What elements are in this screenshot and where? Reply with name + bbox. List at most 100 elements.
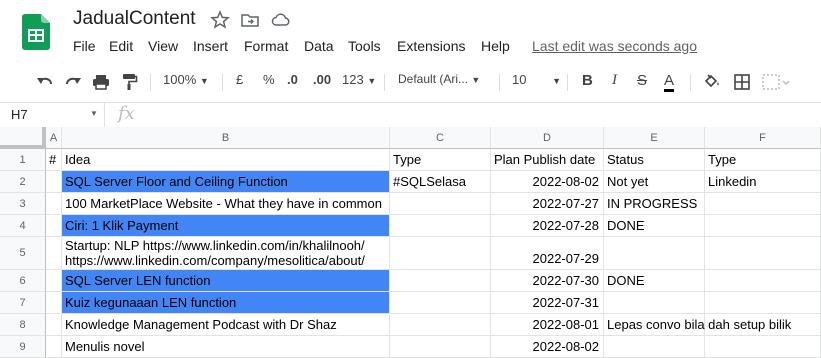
font-select[interactable]: Default (Ari... ▼ xyxy=(398,72,480,92)
cell-d2[interactable]: 2022-08-02 xyxy=(491,171,604,193)
google-sheets-logo-icon[interactable] xyxy=(22,14,50,50)
menu-edit[interactable]: Edit xyxy=(109,38,133,54)
cell-a1[interactable]: # xyxy=(46,149,62,171)
cell-d9[interactable]: 2022-08-02 xyxy=(491,336,604,358)
row-header[interactable]: 3 xyxy=(0,193,46,215)
cell-f9[interactable] xyxy=(705,336,821,358)
cell-d5[interactable]: 2022-07-29 xyxy=(491,237,604,270)
document-title[interactable]: JadualContent xyxy=(73,8,196,30)
cell-b7[interactable]: Kuiz kegunaaan LEN function xyxy=(62,292,390,314)
percent-button[interactable]: % xyxy=(263,72,275,92)
print-icon[interactable] xyxy=(92,72,110,92)
cell-e5[interactable] xyxy=(604,237,705,270)
cell-e3[interactable]: IN PROGRESS xyxy=(604,193,705,215)
more-formats-select[interactable]: 123 ▼ xyxy=(342,72,376,92)
cell-c7[interactable] xyxy=(390,292,491,314)
cell-b8[interactable]: Knowledge Management Podcast with Dr Sha… xyxy=(62,314,390,336)
spreadsheet-grid[interactable]: A B C D E F 1 # Idea Type Plan Publish date Status T… xyxy=(0,127,821,358)
increase-decimal-button[interactable]: .00 xyxy=(313,72,331,92)
cell-a3[interactable] xyxy=(46,193,62,215)
cell-d1[interactable]: Plan Publish date xyxy=(491,149,604,171)
row-header[interactable]: 8 xyxy=(0,314,46,336)
cloud-saved-icon[interactable] xyxy=(270,10,290,30)
column-header-e[interactable]: E xyxy=(604,127,705,149)
strikethrough-button[interactable]: S xyxy=(637,72,647,92)
row-header[interactable]: 1 xyxy=(0,149,46,171)
row-header[interactable]: 6 xyxy=(0,270,46,292)
row-header[interactable]: 9 xyxy=(0,336,46,358)
row-header[interactable]: 2 xyxy=(0,171,46,193)
fill-color-icon[interactable] xyxy=(703,72,721,92)
cell-f4[interactable] xyxy=(705,215,821,237)
cell-e6[interactable]: DONE xyxy=(604,270,705,292)
cell-e1[interactable]: Status xyxy=(604,149,705,171)
cell-c9[interactable] xyxy=(390,336,491,358)
cell-c5[interactable] xyxy=(390,237,491,270)
last-edit-link[interactable]: Last edit was seconds ago xyxy=(532,38,697,54)
decrease-decimal-button[interactable]: .0 xyxy=(287,72,298,92)
currency-button[interactable]: £ xyxy=(236,72,243,92)
cell-b1[interactable]: Idea xyxy=(62,149,390,171)
column-header-b[interactable]: B xyxy=(62,127,390,149)
column-header-a[interactable]: A xyxy=(46,127,62,149)
cell-f2[interactable]: Linkedin xyxy=(705,171,821,193)
bold-button[interactable]: B xyxy=(582,72,593,92)
redo-icon[interactable] xyxy=(64,72,82,92)
italic-button[interactable]: I xyxy=(612,72,617,92)
zoom-select[interactable]: 100% ▼ xyxy=(163,72,209,92)
menu-extensions[interactable]: Extensions xyxy=(397,38,465,54)
cell-b6[interactable]: SQL Server LEN function xyxy=(62,270,390,292)
cell-b3[interactable]: 100 MarketPlace Website - What they have… xyxy=(62,193,390,215)
cell-a7[interactable] xyxy=(46,292,62,314)
star-icon[interactable] xyxy=(210,10,230,30)
cell-c3[interactable] xyxy=(390,193,491,215)
cell-f6[interactable] xyxy=(705,270,821,292)
cell-d8[interactable]: 2022-08-01 xyxy=(491,314,604,336)
cell-b9[interactable]: Menulis novel xyxy=(62,336,390,358)
cell-d7[interactable]: 2022-07-31 xyxy=(491,292,604,314)
row-header[interactable]: 4 xyxy=(0,215,46,237)
cell-d6[interactable]: 2022-07-30 xyxy=(491,270,604,292)
cell-c2[interactable]: #SQLSelasa xyxy=(390,171,491,193)
cell-a4[interactable] xyxy=(46,215,62,237)
cell-f5[interactable] xyxy=(705,237,821,270)
cell-c6[interactable] xyxy=(390,270,491,292)
menu-help[interactable]: Help xyxy=(481,38,510,54)
borders-icon[interactable] xyxy=(733,72,751,92)
cell-b2[interactable]: SQL Server Floor and Ceiling Function xyxy=(62,171,390,193)
text-color-button[interactable]: A xyxy=(664,72,675,92)
cell-c8[interactable] xyxy=(390,314,491,336)
menu-view[interactable]: View xyxy=(148,38,178,54)
column-header-f[interactable]: F xyxy=(705,127,821,149)
select-all-corner[interactable] xyxy=(0,127,46,149)
cell-f1[interactable]: Type xyxy=(705,149,821,171)
cell-b4[interactable]: Ciri: 1 Klik Payment xyxy=(62,215,390,237)
menu-insert[interactable]: Insert xyxy=(193,38,228,54)
cell-a6[interactable] xyxy=(46,270,62,292)
cell-e8[interactable]: Lepas convo bila dah setup bilik xyxy=(604,314,791,336)
cell-c1[interactable]: Type xyxy=(390,149,491,171)
menu-tools[interactable]: Tools xyxy=(348,38,381,54)
cell-e9[interactable] xyxy=(604,336,705,358)
column-header-c[interactable]: C xyxy=(390,127,491,149)
cell-e7[interactable] xyxy=(604,292,705,314)
cell-d4[interactable]: 2022-07-28 xyxy=(491,215,604,237)
cell-a9[interactable] xyxy=(46,336,62,358)
cell-f8[interactable] xyxy=(705,314,821,336)
row-header[interactable]: 5 xyxy=(0,237,46,270)
cell-a5[interactable] xyxy=(46,237,62,270)
cell-e2[interactable]: Not yet xyxy=(604,171,705,193)
name-box[interactable]: H7 ▼ xyxy=(0,103,105,127)
move-folder-icon[interactable] xyxy=(240,10,260,30)
cell-c4[interactable] xyxy=(390,215,491,237)
menu-data[interactable]: Data xyxy=(304,38,334,54)
cell-a8[interactable] xyxy=(46,314,62,336)
cell-b5[interactable]: Startup: NLP https://www.linkedin.com/in… xyxy=(62,237,390,270)
cell-d3[interactable]: 2022-07-27 xyxy=(491,193,604,215)
menu-file[interactable]: File xyxy=(73,38,96,54)
cell-f7[interactable] xyxy=(705,292,821,314)
cell-f3[interactable] xyxy=(705,193,821,215)
cell-e4[interactable]: DONE xyxy=(604,215,705,237)
paint-format-icon[interactable] xyxy=(120,72,138,92)
column-header-d[interactable]: D xyxy=(491,127,604,149)
